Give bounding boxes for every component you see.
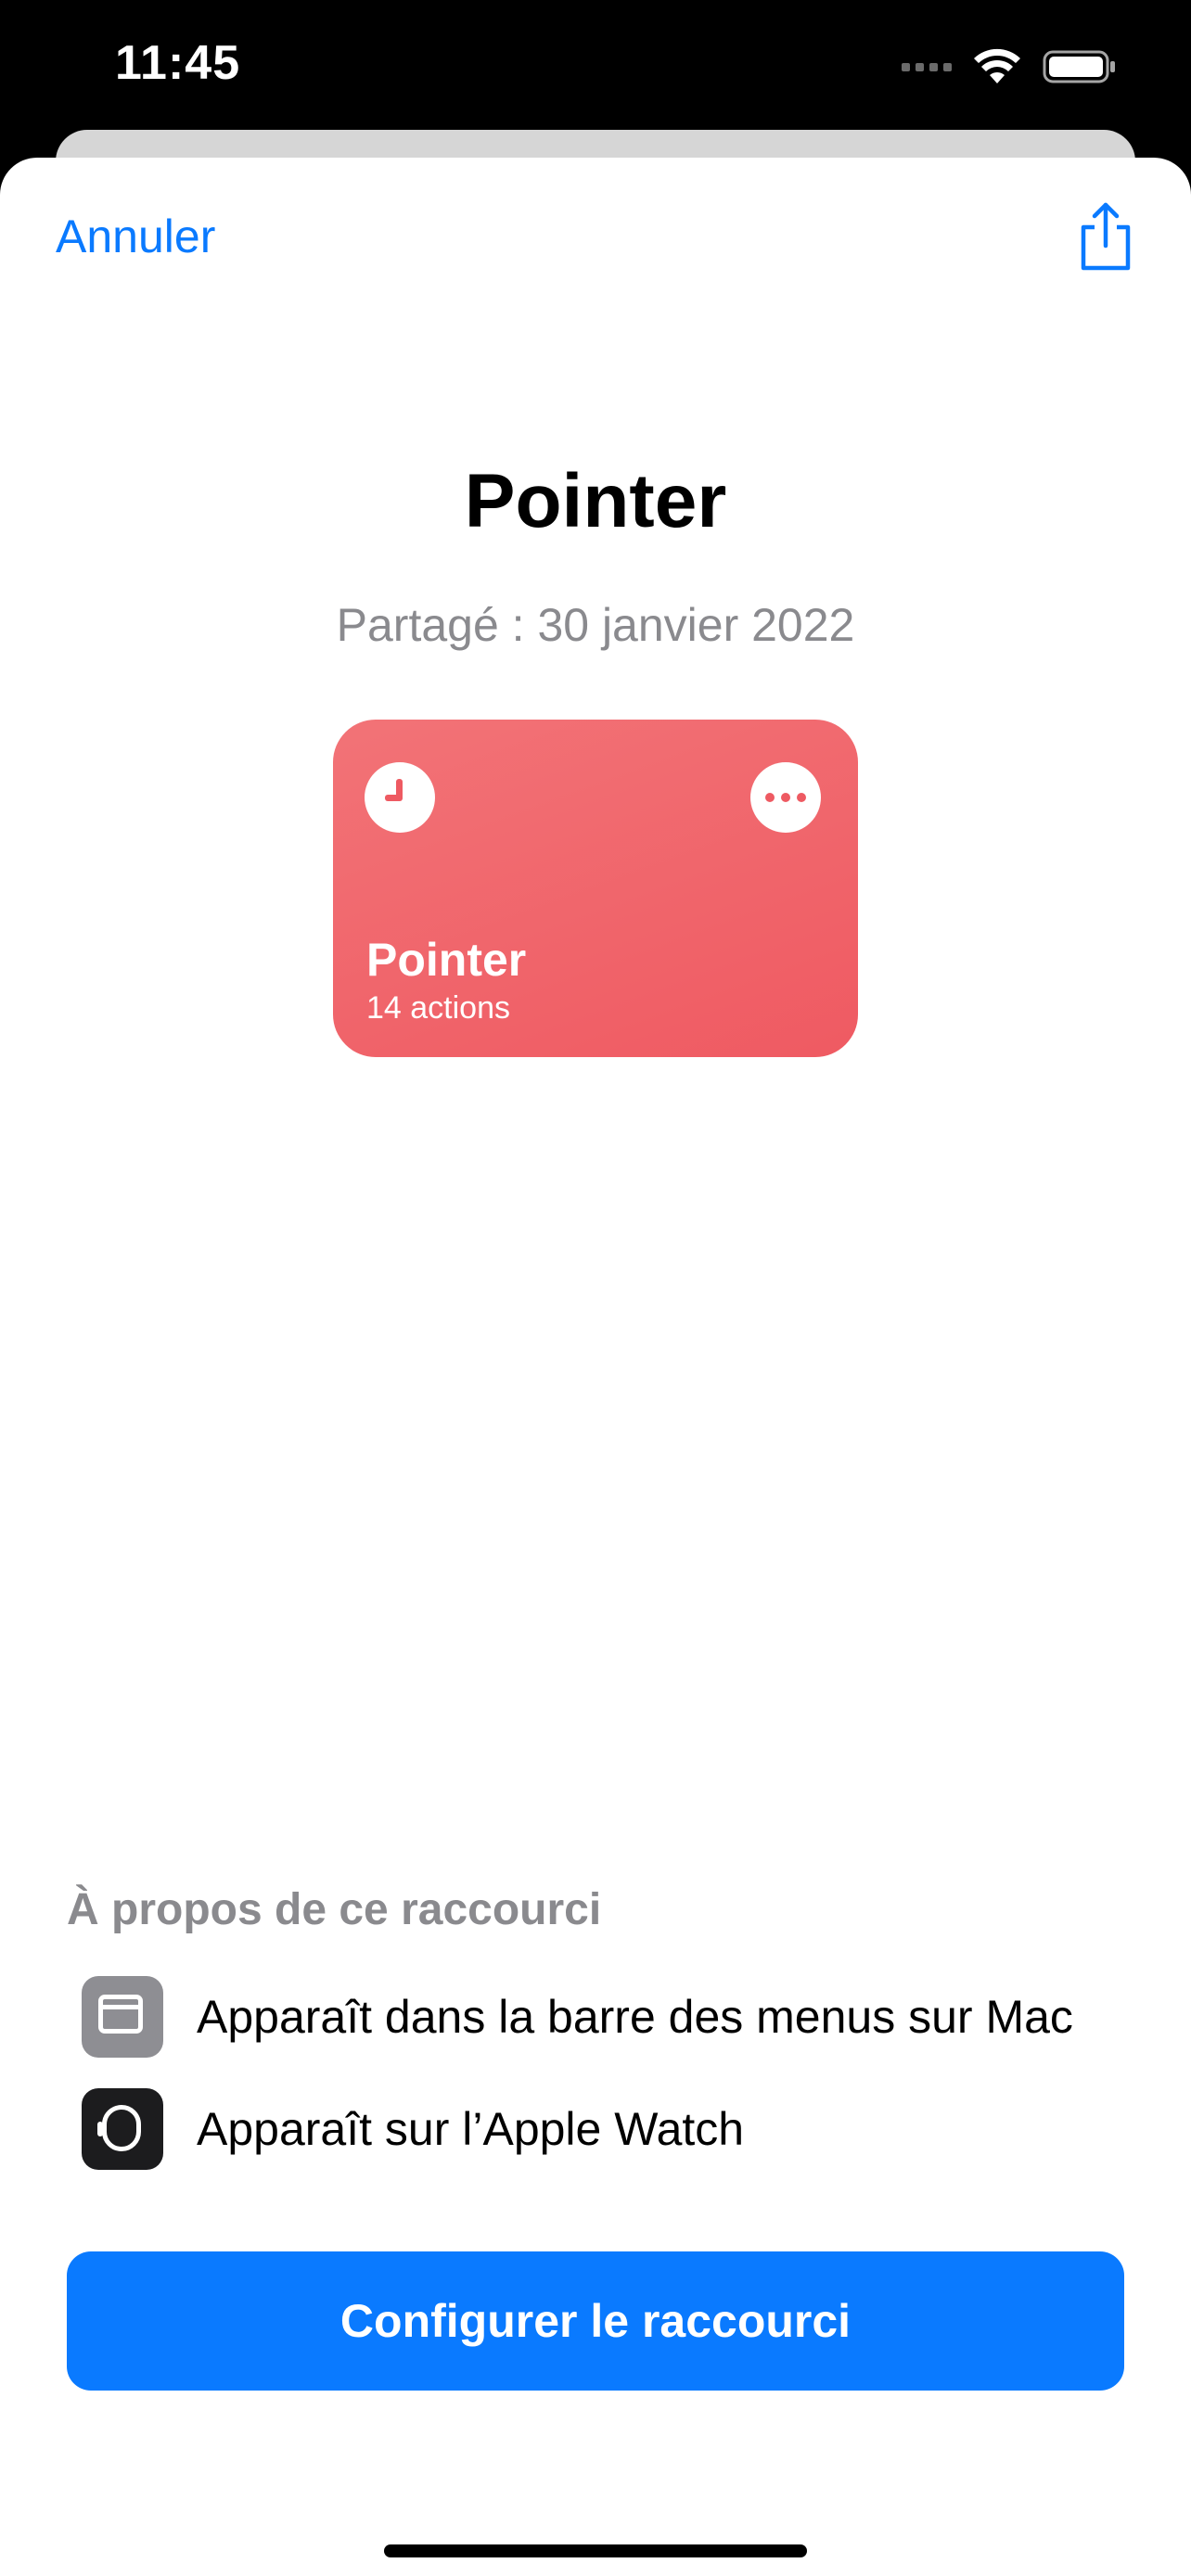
share-icon bbox=[1081, 202, 1131, 271]
card-actions-count: 14 actions bbox=[366, 990, 510, 1026]
status-bar: 11:45 bbox=[0, 0, 1191, 130]
share-button[interactable] bbox=[1076, 199, 1135, 274]
configure-shortcut-button[interactable]: Configurer le raccourci bbox=[67, 2251, 1124, 2391]
cancel-button[interactable]: Annuler bbox=[56, 210, 215, 263]
status-indicators bbox=[902, 41, 1117, 93]
apple-watch-icon bbox=[82, 2088, 163, 2170]
status-time: 11:45 bbox=[115, 36, 241, 90]
more-options-icon[interactable] bbox=[750, 762, 821, 833]
card-shortcut-name: Pointer bbox=[366, 934, 527, 986]
home-indicator bbox=[384, 2544, 807, 2557]
cellular-signal-icon bbox=[902, 62, 952, 71]
shared-date: Partagé : 30 janvier 2022 bbox=[336, 599, 855, 651]
info-row-apple-watch: Apparaît sur l’Apple Watch bbox=[82, 2087, 744, 2171]
shortcut-title: Pointer bbox=[464, 459, 727, 543]
shortcut-sheet: Annuler Pointer Partagé : 30 janvier 202… bbox=[0, 158, 1191, 2576]
clock-icon bbox=[365, 762, 435, 833]
about-heading: À propos de ce raccourci bbox=[67, 1885, 602, 1934]
info-row-mac-menu-bar: Apparaît dans la barre des menus sur Mac bbox=[82, 1975, 1073, 2059]
battery-icon bbox=[1043, 50, 1115, 83]
info-label: Apparaît sur l’Apple Watch bbox=[197, 2103, 745, 2155]
wifi-icon bbox=[974, 48, 1020, 83]
shortcut-card[interactable]: Pointer 14 actions bbox=[333, 720, 858, 1057]
info-label: Apparaît dans la barre des menus sur Mac bbox=[197, 1991, 1073, 2043]
menu-bar-icon bbox=[82, 1976, 163, 2058]
